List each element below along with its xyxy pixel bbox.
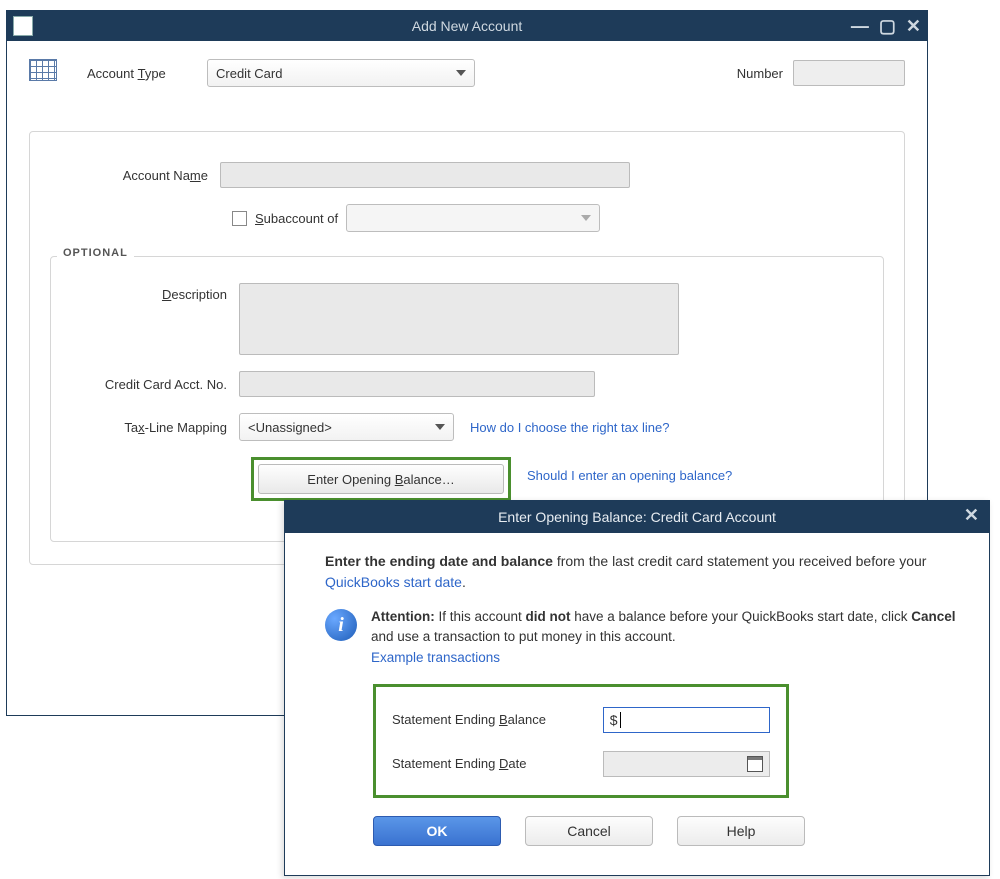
statement-balance-input[interactable]: $ [603,707,770,733]
description-textarea[interactable] [239,283,679,355]
tax-line-help-link[interactable]: How do I choose the right tax line? [470,420,669,435]
attention-text: Attention: If this account did not have … [371,607,961,668]
subaccount-dropdown[interactable] [346,204,600,232]
dialog-button-row: OK Cancel Help [373,816,961,846]
cc-acct-label: Credit Card Acct. No. [69,377,239,392]
statement-date-input[interactable] [603,751,770,777]
help-button[interactable]: Help [677,816,805,846]
statement-fields-highlight: Statement Ending Balance $ Statement End… [373,684,789,798]
quickbooks-start-date-link[interactable]: QuickBooks start date [325,574,462,590]
statement-date-label: Statement Ending Date [392,756,579,771]
account-type-label: Account Type [87,66,207,81]
account-grid-icon [29,59,57,81]
dialog-titlebar: Enter Opening Balance: Credit Card Accou… [285,501,989,533]
maximize-icon[interactable]: ▢ [879,11,896,41]
enter-opening-balance-dialog: Enter Opening Balance: Credit Card Accou… [284,500,990,876]
opening-balance-help-link[interactable]: Should I enter an opening balance? [527,468,732,483]
statement-balance-label: Statement Ending Balance [392,712,579,727]
number-input[interactable] [793,60,905,86]
account-type-dropdown[interactable]: Credit Card [207,59,475,87]
close-icon[interactable]: ✕ [906,11,921,41]
dialog-title: Enter Opening Balance: Credit Card Accou… [498,509,776,525]
tax-mapping-dropdown[interactable]: <Unassigned> [239,413,454,441]
minimize-icon[interactable]: — [851,11,869,41]
chevron-down-icon [456,70,466,76]
tax-mapping-value: <Unassigned> [248,420,332,435]
opening-balance-highlight: Enter Opening Balance… [251,457,511,501]
chevron-down-icon [435,424,445,430]
close-icon[interactable]: ✕ [964,505,979,526]
chevron-down-icon [581,215,591,221]
account-name-input[interactable] [220,162,630,188]
titlebar: Add New Account — ▢ ✕ [7,11,927,41]
number-label: Number [737,66,783,81]
subaccount-checkbox[interactable] [232,211,247,226]
example-transactions-link[interactable]: Example transactions [371,650,500,665]
window-title: Add New Account [7,18,927,34]
description-label: Description [69,283,239,302]
intro-text: Enter the ending date and balance from t… [325,551,961,593]
attention-row: i Attention: If this account did not hav… [325,607,961,668]
account-name-label: Account Name [50,168,220,183]
subaccount-label: Subaccount of [255,211,338,226]
enter-opening-balance-button[interactable]: Enter Opening Balance… [258,464,504,494]
ok-button[interactable]: OK [373,816,501,846]
cc-acct-input[interactable] [239,371,595,397]
text-cursor [620,712,621,728]
calendar-icon[interactable] [747,756,763,772]
window-controls: — ▢ ✕ [851,11,921,41]
account-type-value: Credit Card [216,66,282,81]
tax-mapping-label: Tax-Line Mapping [69,420,239,435]
cancel-button[interactable]: Cancel [525,816,653,846]
optional-legend: OPTIONAL [57,247,134,259]
info-icon: i [325,609,357,641]
